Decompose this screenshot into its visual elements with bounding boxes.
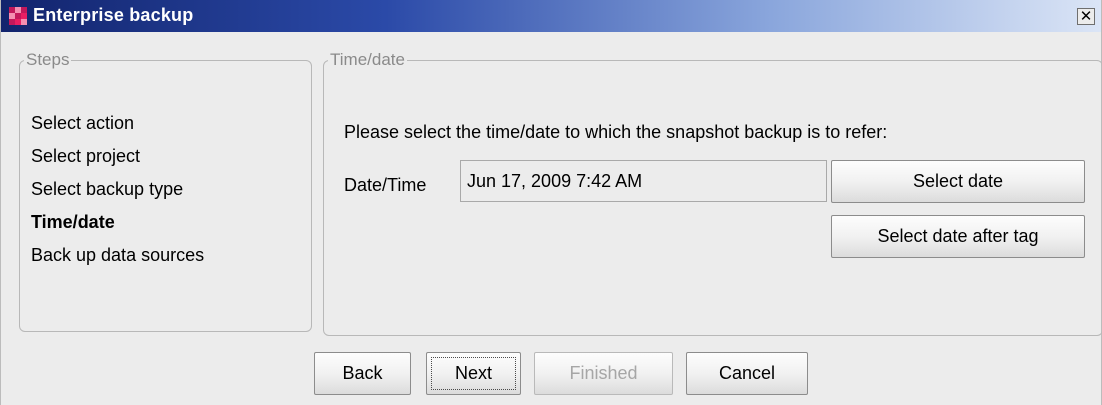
step-back-up-data-sources: Back up data sources — [31, 245, 205, 265]
steps-panel: Steps Select action Select project Selec… — [19, 50, 312, 332]
steps-legend: Steps — [26, 50, 70, 69]
cancel-button[interactable]: Cancel — [686, 352, 808, 395]
step-select-action: Select action — [31, 113, 135, 133]
next-button[interactable]: Next — [426, 352, 521, 395]
enterprise-backup-dialog: Enterprise backup ✕ Steps Select action … — [0, 0, 1102, 405]
time-date-legend: Time/date — [330, 50, 405, 69]
back-button[interactable]: Back — [314, 352, 411, 395]
datetime-label: Date/Time — [344, 175, 427, 195]
steps-list: Select action Select project Select back… — [31, 112, 204, 280]
datetime-field[interactable] — [460, 160, 827, 202]
step-time-date: Time/date — [31, 212, 115, 232]
step-select-project: Select project — [31, 146, 141, 166]
window-title: Enterprise backup — [33, 5, 194, 25]
close-icon[interactable]: ✕ — [1077, 8, 1095, 25]
step-select-backup-type: Select backup type — [31, 179, 184, 199]
select-date-button[interactable]: Select date — [831, 160, 1085, 203]
app-grid-icon — [9, 7, 27, 25]
select-date-after-tag-button[interactable]: Select date after tag — [831, 215, 1085, 258]
instruction-text: Please select the time/date to which the… — [344, 122, 888, 142]
finished-button[interactable]: Finished — [534, 352, 673, 395]
time-date-panel: Time/date Please select the time/date to… — [323, 50, 1102, 336]
title-bar[interactable]: Enterprise backup ✕ — [1, 0, 1101, 32]
next-button-label: Next — [454, 363, 492, 383]
